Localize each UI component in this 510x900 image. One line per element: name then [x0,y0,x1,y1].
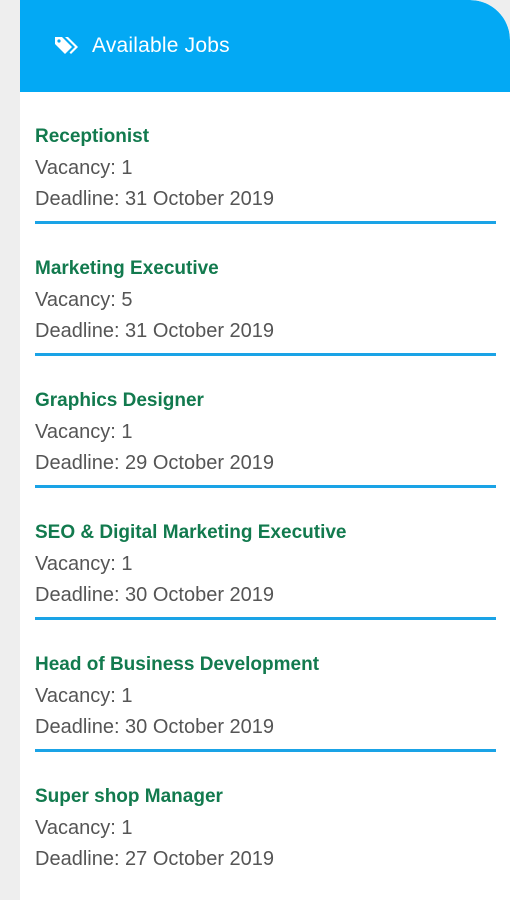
job-vacancy: Vacancy: 1 [35,157,133,179]
job-deadline: Deadline: 27 October 2019 [35,848,275,870]
job-title[interactable]: Head of Business Development [35,653,496,677]
job-list: Receptionist Vacancy: 1 Deadline: 31 Oct… [20,92,510,884]
job-item[interactable]: Super shop Manager Vacancy: 1 Deadline: … [35,752,496,884]
job-item[interactable]: Head of Business Development Vacancy: 1 … [35,620,496,752]
job-deadline: Deadline: 31 October 2019 [35,320,275,342]
job-item[interactable]: Receptionist Vacancy: 1 Deadline: 31 Oct… [35,92,496,224]
job-title[interactable]: Super shop Manager [35,785,496,809]
job-deadline: Deadline: 30 October 2019 [35,584,275,606]
job-vacancy: Vacancy: 1 [35,421,133,443]
job-deadline: Deadline: 31 October 2019 [35,188,275,210]
job-title[interactable]: Graphics Designer [35,389,496,413]
panel-title: Available Jobs [92,34,230,57]
job-deadline: Deadline: 30 October 2019 [35,716,275,738]
job-item[interactable]: Graphics Designer Vacancy: 1 Deadline: 2… [35,356,496,488]
available-jobs-panel: Available Jobs Receptionist Vacancy: 1 D… [20,0,510,900]
job-vacancy: Vacancy: 1 [35,685,133,707]
tags-icon [54,35,80,57]
job-item[interactable]: SEO & Digital Marketing Executive Vacanc… [35,488,496,620]
panel-header: Available Jobs [20,0,510,92]
job-title[interactable]: Marketing Executive [35,257,496,281]
job-deadline: Deadline: 29 October 2019 [35,452,275,474]
job-title[interactable]: SEO & Digital Marketing Executive [35,521,496,545]
job-item[interactable]: Marketing Executive Vacancy: 5 Deadline:… [35,224,496,356]
job-title[interactable]: Receptionist [35,125,496,149]
job-vacancy: Vacancy: 1 [35,817,133,839]
job-vacancy: Vacancy: 1 [35,553,133,575]
job-vacancy: Vacancy: 5 [35,289,133,311]
